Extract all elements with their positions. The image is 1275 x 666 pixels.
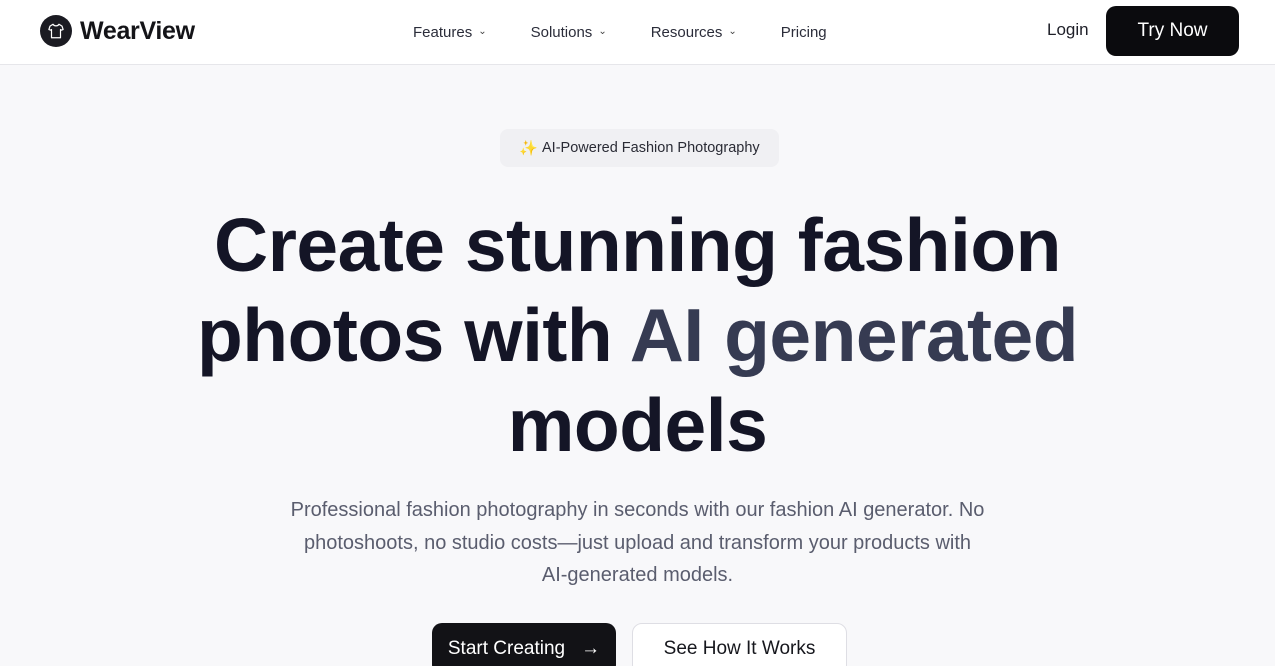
brand-name: WearView bbox=[80, 16, 195, 45]
nav-item-label: Pricing bbox=[780, 23, 827, 41]
chevron-down-icon: ⌄ bbox=[728, 26, 737, 37]
hero-headline: Create stunning fashion photos with AI g… bbox=[0, 200, 1275, 470]
tshirt-icon bbox=[40, 15, 72, 47]
sparkles-icon: ✨ bbox=[519, 140, 539, 157]
try-now-button[interactable]: Try Now bbox=[1106, 6, 1239, 56]
headline-line-1: Create stunning fashion bbox=[214, 203, 1061, 287]
nav-item-label: Solutions bbox=[530, 23, 593, 41]
feature-badge: ✨ AI-Powered Fashion Photography bbox=[500, 129, 779, 167]
nav-item-label: Features bbox=[413, 23, 473, 41]
top-navbar: WearView Features ⌄ Solutions ⌄ Resource… bbox=[0, 0, 1275, 65]
badge-text: AI-Powered Fashion Photography bbox=[542, 140, 760, 156]
nav-item-pricing[interactable]: Pricing bbox=[781, 24, 827, 41]
hero-subtitle: Professional fashion photography in seco… bbox=[290, 499, 985, 586]
see-how-it-works-button[interactable]: See How It Works bbox=[632, 623, 847, 666]
headline-accent: AI generated bbox=[629, 293, 1079, 377]
main-nav: Features ⌄ Solutions ⌄ Resources ⌄ Prici… bbox=[413, 20, 827, 44]
nav-item-label: Resources bbox=[650, 23, 723, 41]
nav-item-resources[interactable]: Resources ⌄ bbox=[651, 24, 737, 41]
start-creating-button[interactable]: Start Creating → bbox=[432, 623, 616, 666]
nav-item-solutions[interactable]: Solutions ⌄ bbox=[531, 24, 607, 41]
login-link[interactable]: Login bbox=[1047, 20, 1089, 40]
brand-logo[interactable]: WearView bbox=[40, 15, 195, 47]
headline-line-3: models bbox=[507, 383, 768, 467]
arrow-right-icon: → bbox=[581, 638, 601, 659]
chevron-down-icon: ⌄ bbox=[478, 26, 487, 37]
chevron-down-icon: ⌄ bbox=[598, 26, 607, 37]
start-creating-label: Start Creating bbox=[447, 638, 566, 659]
headline-line-2-start: photos with bbox=[196, 293, 630, 377]
nav-item-features[interactable]: Features ⌄ bbox=[413, 24, 487, 41]
